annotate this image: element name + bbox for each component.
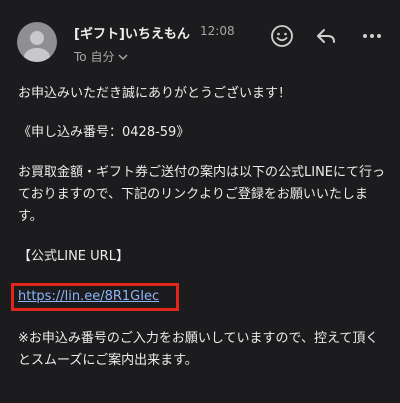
instructions-text: お買取金額・ギフト券ご送付の案内は以下の公式LINEにて行っておりますので、下記…: [18, 165, 386, 224]
message-header: [ギフト]いちえもん 12:08 To 自分: [0, 0, 400, 70]
application-number: 《申し込み番号：0428-59》: [18, 125, 190, 140]
emoji-reaction-button[interactable]: [270, 24, 294, 48]
line-url-heading: 【公式LINE URL】: [18, 249, 129, 264]
reply-arrow-icon: [317, 29, 335, 43]
note-text: ※お申込み番号のご入力をお願いしていますので、控えて頂くとスムーズにご案内出来ま…: [18, 331, 379, 368]
reply-button[interactable]: [314, 24, 338, 48]
recipient-label: To 自分: [74, 50, 115, 64]
message-time: 12:08: [200, 24, 235, 38]
avatar[interactable]: [17, 22, 57, 62]
sender-name[interactable]: [ギフト]いちえもん: [74, 23, 190, 42]
smiley-emoji-icon: [271, 25, 293, 47]
chevron-down-icon: [118, 50, 128, 64]
more-horizontal-icon: [363, 34, 381, 38]
person-avatar-icon: [24, 31, 50, 62]
greeting-text: お申込みいただき誠にありがとうございます！: [18, 86, 292, 101]
recipient-toggle[interactable]: To 自分: [74, 48, 128, 65]
line-url-link[interactable]: https://lin.ee/8R1GIec: [18, 286, 159, 308]
more-options-button[interactable]: [360, 24, 384, 48]
